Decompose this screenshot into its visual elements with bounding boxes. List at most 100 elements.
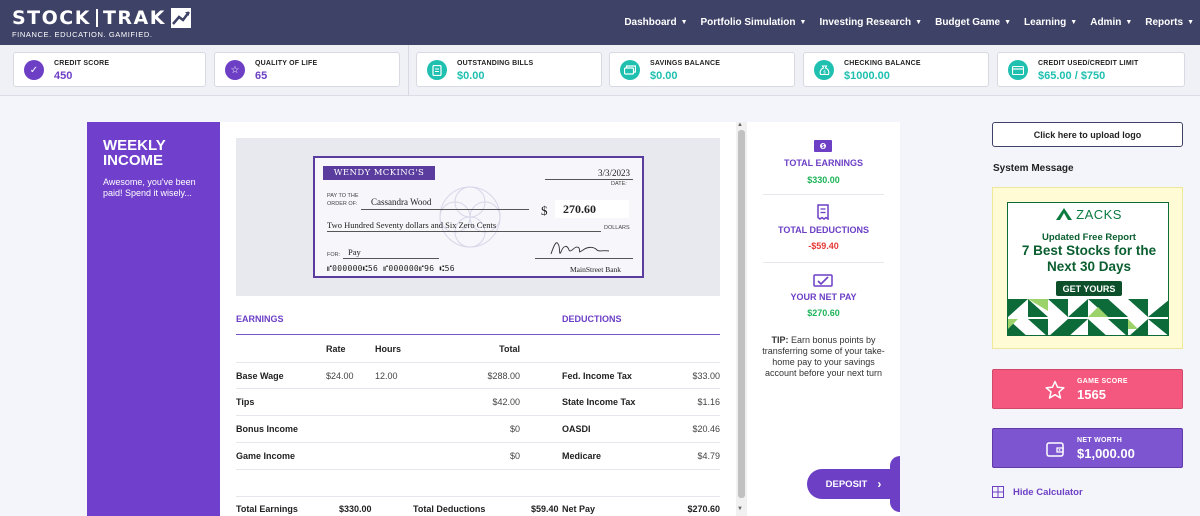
stat-label: OUTSTANDING BILLS [457,60,534,67]
earning-name: Tips [236,397,255,407]
deduction-name: State Income Tax [562,397,636,407]
earning-name: Base Wage [236,371,284,381]
nav-investing-research[interactable]: Investing Research ▼ [819,17,922,28]
logo-mark-icon [171,8,191,28]
ad-headline: 7 Best Stocks for the Next 30 Days [1021,243,1157,274]
check-micr-line: ⑈000000⑆56 ⑈000000⑈96 ⑆56 [327,264,455,273]
total-earnings-summary-label: TOTAL EARNINGS [783,158,863,168]
nav-dashboard[interactable]: Dashboard ▼ [624,17,687,28]
nav-label: Budget Game [935,17,1001,28]
col-total: Total [499,344,520,354]
weekly-income-subtitle: Awesome, you've been paid! Spend it wise… [103,177,196,198]
nav-budget-game[interactable]: Budget Game ▼ [935,17,1011,28]
wallet-icon [1046,442,1064,457]
scroll-thumb[interactable] [738,130,745,498]
pay-check-icon [813,274,833,287]
col-rate: Rate [326,344,346,354]
stat-label: QUALITY OF LIFE [255,60,318,67]
check-circle-icon: ✓ [24,60,44,80]
upload-logo-button[interactable]: Click here to upload logo [992,122,1183,147]
weekly-income-title: WEEKLY INCOME [103,137,166,169]
money-stack-icon [620,60,640,80]
scroll-down-icon[interactable]: ▼ [737,506,743,512]
star-icon [1045,380,1065,399]
check-amount-words: Two Hundred Seventy dollars and Six Zero… [327,220,497,230]
logo-tagline: FINANCE. EDUCATION. GAMIFIED. [12,30,153,39]
top-nav: STOCK TRAK FINANCE. EDUCATION. GAMIFIED.… [0,0,1200,45]
stats-bar: ✓ CREDIT SCORE 450 ☆ QUALITY OF LIFE 65 … [0,45,1200,96]
nav-portfolio-simulation[interactable]: Portfolio Simulation ▼ [701,17,807,28]
stat-value: 65 [255,70,268,82]
chevron-down-icon: ▼ [799,19,807,26]
stat-label: SAVINGS BALANCE [650,60,721,67]
earning-rate: $24.00 [326,371,354,381]
net-worth-card: NET WORTH $1,000.00 [992,428,1183,468]
stat-value: $1000.00 [844,70,890,82]
check-watermark-icon [439,186,501,248]
calculator-icon [992,486,1004,498]
net-pay-value: $270.60 [687,504,720,514]
nav-reports[interactable]: Reports ▼ [1145,17,1194,28]
tip-text: TIP: Earn bonus points by transferring s… [762,335,885,378]
nav-admin[interactable]: Admin ▼ [1090,17,1132,28]
ad-cta-button[interactable]: GET YOURS [1056,281,1122,296]
cash-icon: $ [814,140,832,152]
nav-label: Learning [1024,17,1067,28]
net-worth-value: $1,000.00 [1077,446,1135,461]
total-earnings-value: $330.00 [339,504,372,514]
stat-checking-balance: $ CHECKING BALANCE $1000.00 [803,52,989,87]
chevron-down-icon: ▼ [915,19,923,26]
scroll-up-icon[interactable]: ▲ [737,122,743,128]
bill-icon [427,60,447,80]
chevron-down-icon: ▼ [1125,19,1133,26]
check-date: 3/3/2023 [597,168,630,178]
deposit-label: DEPOSIT [825,478,868,490]
receipt-icon [817,204,829,220]
stocktrak-logo[interactable]: STOCK TRAK FINANCE. EDUCATION. GAMIFIED. [12,8,191,39]
paycheck: WENDY MCKING'S 3/3/2023 DATE: PAY TO THE… [313,156,644,278]
net-pay-label: Net Pay [562,504,596,514]
deduction-amount: $1.16 [697,397,720,407]
earning-hours: 12.00 [375,371,398,381]
hide-calculator-label: Hide Calculator [1013,486,1083,498]
nav-label: Reports [1145,17,1184,28]
zacks-ad[interactable]: ZACKS Updated Free Report 7 Best Stocks … [1007,202,1169,336]
panel-scrollbar[interactable]: ▲ ▼ [736,122,747,516]
hide-calculator-link[interactable]: Hide Calculator [992,486,1083,498]
earning-total: $0 [509,424,520,434]
game-score-label: GAME SCORE [1077,378,1128,385]
total-earnings-summary-value: $330.00 [807,175,840,185]
earning-total: $0 [509,451,520,461]
system-message-box: ZACKS Updated Free Report 7 Best Stocks … [992,187,1183,349]
main-menu: Dashboard ▼ Portfolio Simulation ▼ Investi… [611,0,1194,45]
nav-learning[interactable]: Learning ▼ [1024,17,1077,28]
zacks-triangle-icon [1056,208,1073,220]
earning-total: $288.00 [487,371,520,381]
zacks-logo: ZACKS [1008,207,1168,222]
stat-savings-balance: SAVINGS BALANCE $0.00 [609,52,795,87]
nav-label: Investing Research [819,17,912,28]
total-deductions-label: Total Deductions [413,504,486,514]
check-date-label: DATE: [611,181,627,187]
nav-label: Admin [1090,17,1122,28]
earning-total: $42.00 [492,397,520,407]
deposit-button[interactable]: DEPOSIT › [807,469,900,499]
stat-label: CREDIT SCORE [54,60,110,67]
chevron-down-icon: ▼ [1187,19,1194,26]
zacks-brand: ZACKS [1076,207,1122,222]
deduction-name: Medicare [562,451,602,461]
stat-credit-score: ✓ CREDIT SCORE 450 [13,52,206,87]
earning-name: Game Income [236,451,296,461]
deductions-heading: DEDUCTIONS [562,314,622,324]
nav-label: Portfolio Simulation [700,17,796,28]
signature-icon [550,242,610,255]
net-pay-summary-label: YOUR NET PAY [790,292,857,302]
stat-value: $65.00 / $750 [1038,70,1106,82]
total-deductions-value: $59.40 [531,504,559,514]
check-dollars-label: DOLLARS [604,225,630,231]
check-account-name: WENDY MCKING'S [323,166,435,180]
total-deductions-summary-value: -$59.40 [808,241,839,251]
svg-text:$: $ [822,144,825,150]
check-payee: Cassandra Wood [371,197,432,207]
total-earnings-label: Total Earnings [236,504,298,514]
